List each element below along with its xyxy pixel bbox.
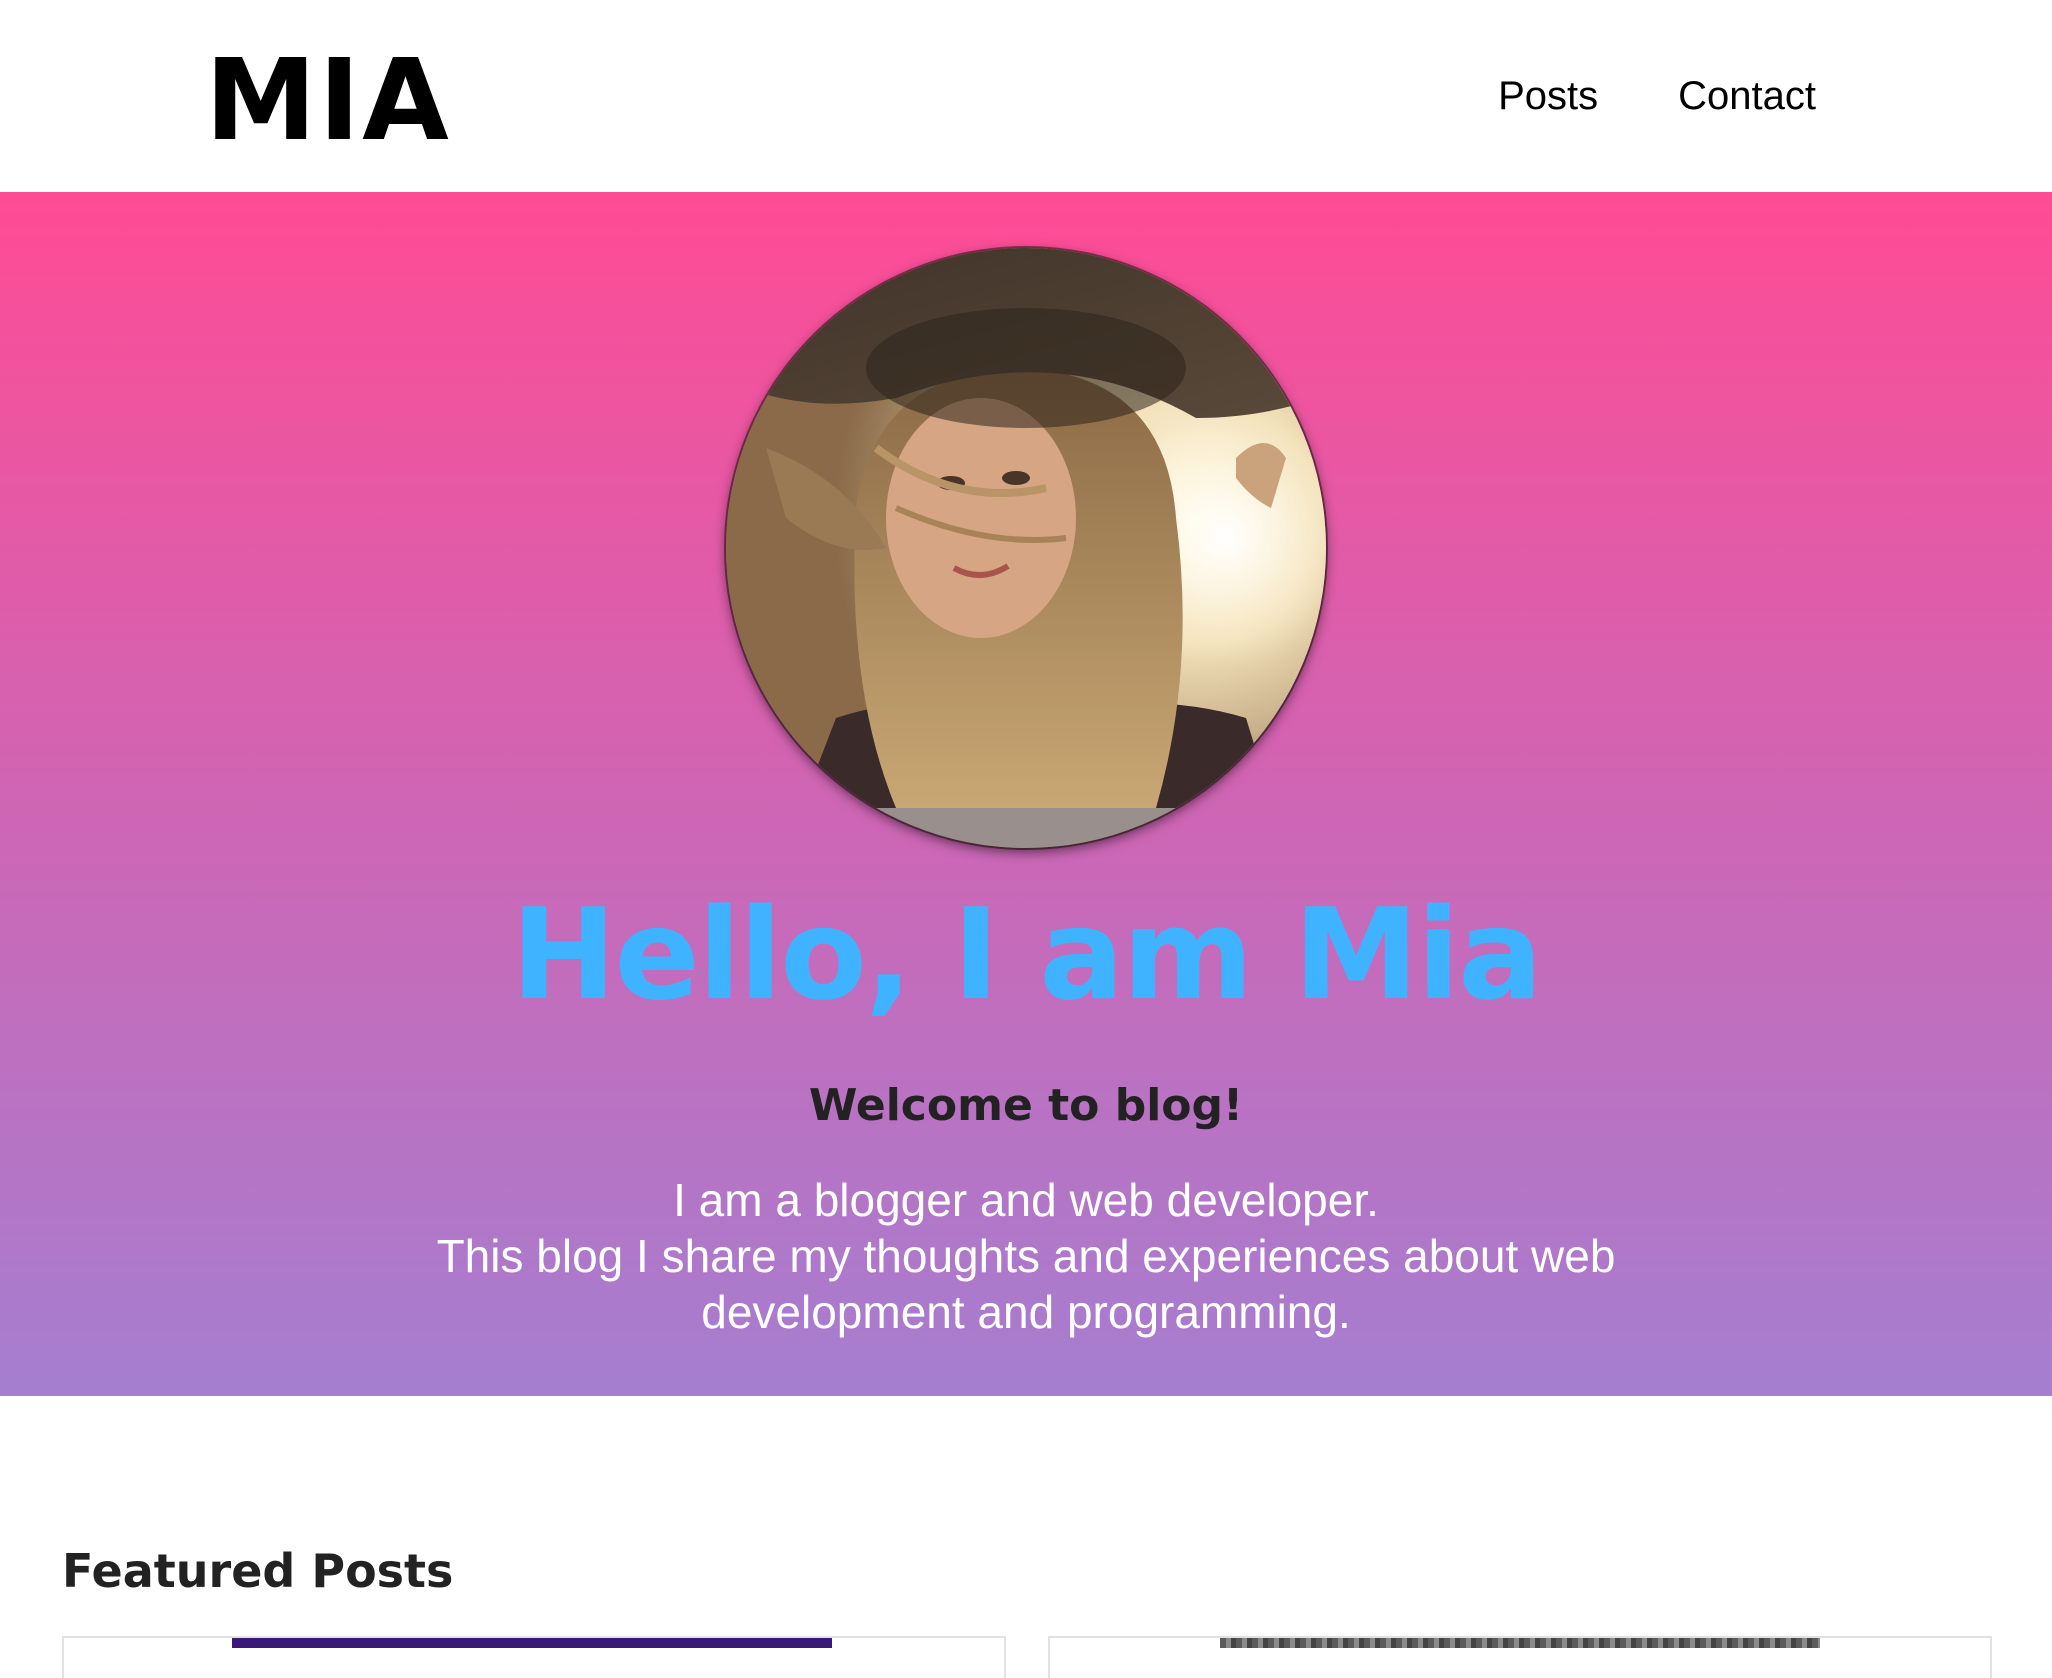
hero-description-line-1: I am a blogger and web developer.: [673, 1174, 1379, 1226]
main-nav: Posts Contact: [1498, 70, 1816, 122]
profile-avatar: [726, 248, 1326, 848]
hero-subtitle: Welcome to blog!: [808, 1080, 1244, 1131]
featured-post-card[interactable]: [62, 1636, 1006, 1678]
profile-photo-icon: [726, 248, 1326, 848]
site-header: MIA Posts Contact: [0, 0, 2052, 192]
site-logo[interactable]: MIA: [205, 36, 451, 166]
featured-posts-heading: Featured Posts: [62, 1544, 454, 1598]
nav-link-contact[interactable]: Contact: [1678, 70, 1816, 122]
hero-description-line-3: development and programming.: [701, 1286, 1351, 1338]
hero-description-line-2: This blog I share my thoughts and experi…: [436, 1230, 1616, 1282]
hero-section: Hello, I am Mia Welcome to blog! I am a …: [0, 192, 2052, 1396]
post-thumbnail[interactable]: [1220, 1638, 1820, 1648]
featured-post-card[interactable]: [1048, 1636, 1992, 1678]
hero-title: Hello, I am Mia: [510, 881, 1543, 1028]
post-thumbnail[interactable]: [232, 1638, 832, 1648]
nav-link-posts[interactable]: Posts: [1498, 70, 1598, 122]
hero-description: I am a blogger and web developer. This b…: [376, 1172, 1676, 1340]
